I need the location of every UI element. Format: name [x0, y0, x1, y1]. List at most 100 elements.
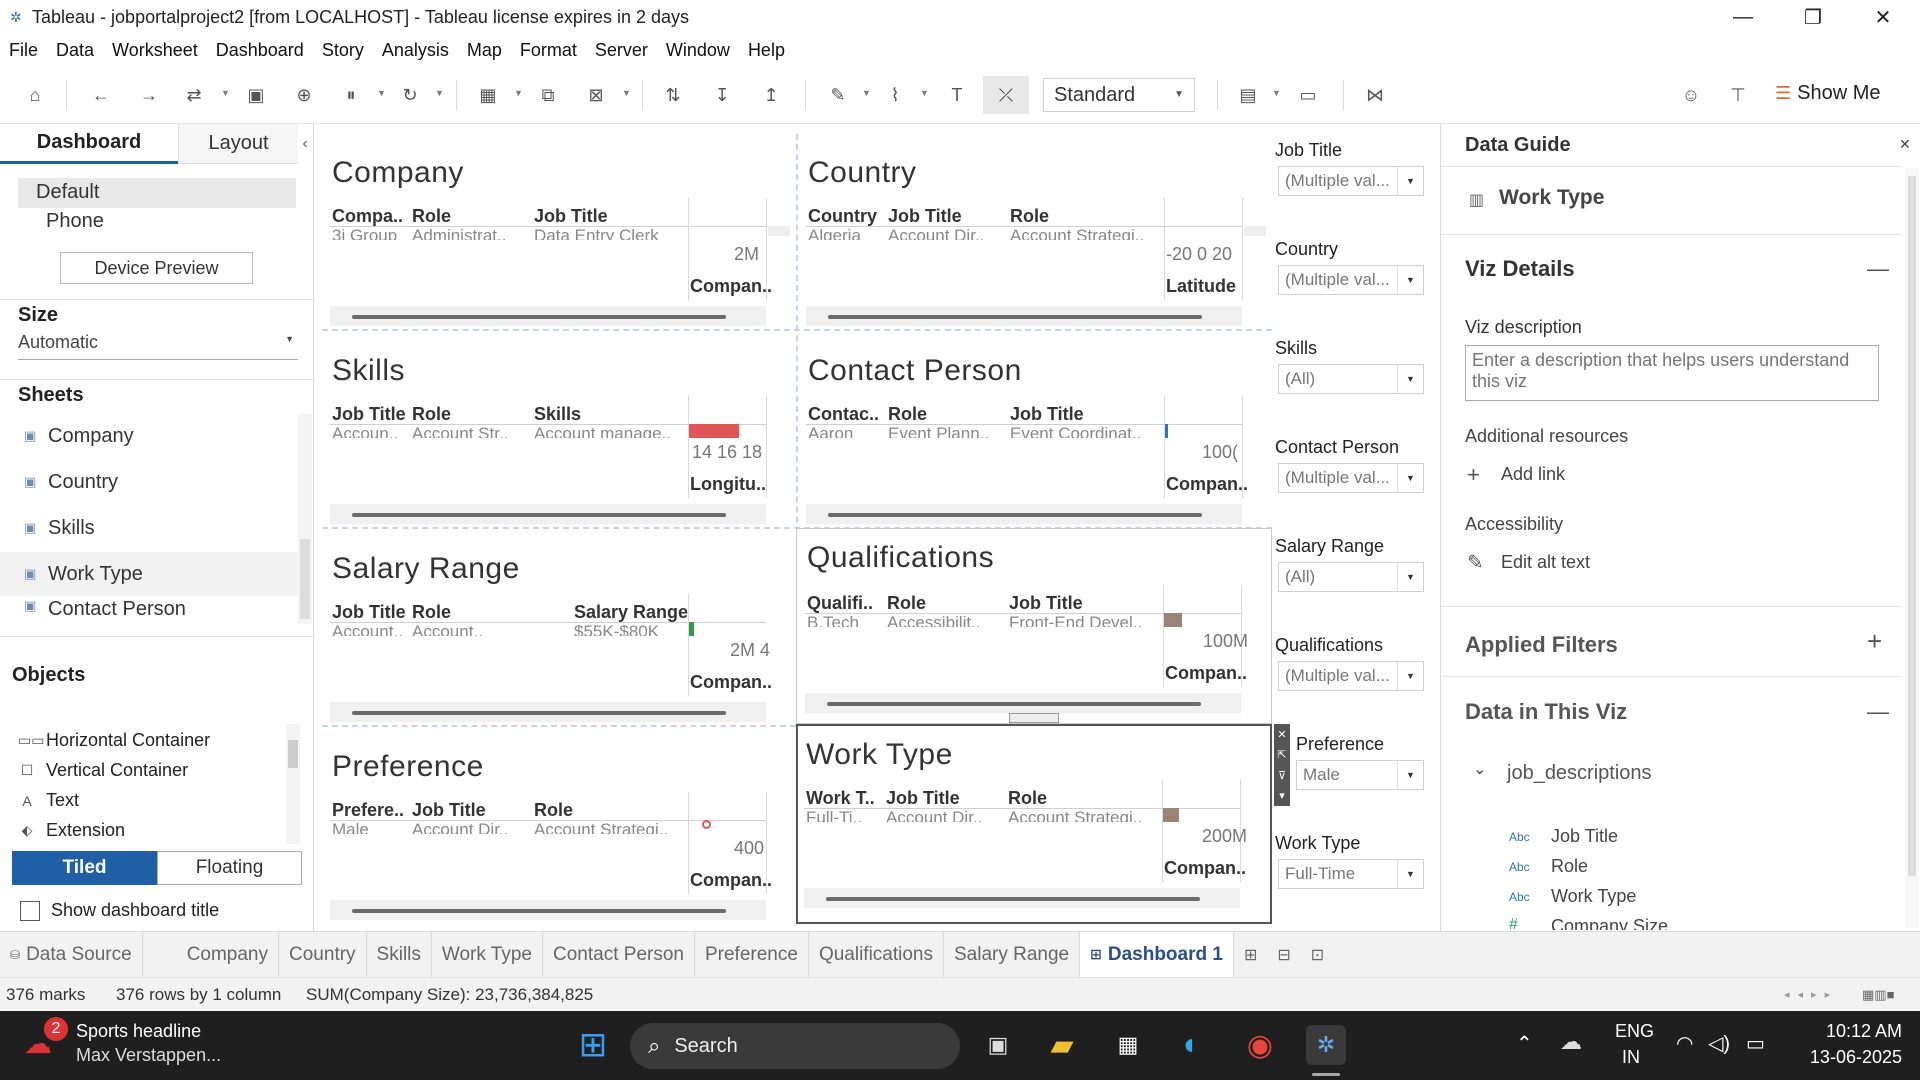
pause-updates-icon[interactable]: ⏸ — [338, 82, 364, 108]
pause-dropdown-icon[interactable]: ▼ — [377, 88, 386, 98]
scrollbar-thumb[interactable] — [1908, 176, 1916, 876]
tile-skills[interactable]: Skills Job Title Role Skills Accoun.. Ac… — [324, 336, 778, 526]
language-primary[interactable]: ENG — [1615, 1021, 1654, 1042]
horizontal-scrollbar[interactable] — [806, 504, 1242, 524]
ask-data-icon[interactable]: ☺ — [1678, 82, 1704, 108]
tab-salary-range[interactable]: Salary Range — [944, 931, 1081, 978]
sheet-item-work-type[interactable]: ▣ Work Type — [0, 552, 298, 596]
use-as-filter-icon[interactable]: ⊽ — [1278, 769, 1286, 782]
swap-rows-columns-icon[interactable]: ⇅ — [660, 82, 686, 108]
tiled-button[interactable]: Tiled — [12, 851, 157, 885]
collapse-icon[interactable]: — — [1867, 256, 1889, 282]
minimize-button[interactable]: — — [1708, 0, 1778, 34]
device-default[interactable]: Default — [18, 178, 296, 208]
sheet-item-country[interactable]: ▣ Country — [0, 460, 298, 504]
refresh-icon[interactable]: ↻ — [397, 82, 423, 108]
scroll-arrow[interactable] — [1244, 226, 1266, 236]
view-grid-icon[interactable]: ▦▥■ — [1856, 987, 1894, 1003]
bar-mark[interactable] — [689, 622, 694, 636]
horizontal-scrollbar[interactable] — [804, 888, 1240, 908]
filter-qualifications[interactable]: (Multiple val... ▼ — [1278, 661, 1424, 691]
tab-dashboard-1[interactable]: ⊞ Dashboard 1 — [1080, 931, 1234, 978]
volume-icon[interactable]: ◁) — [1708, 1031, 1730, 1056]
filter-contact-person[interactable]: (Multiple val... ▼ — [1278, 463, 1424, 493]
resize-handle[interactable] — [1009, 713, 1059, 723]
menu-help[interactable]: Help — [739, 40, 794, 61]
sort-descending-icon[interactable]: ↥ — [758, 82, 784, 108]
redo-icon[interactable]: → — [136, 82, 162, 108]
fix-axes-icon[interactable]: ⤫ — [983, 76, 1029, 114]
tile-contact-person[interactable]: Contact Person Contac.. Role Job Title A… — [800, 336, 1270, 526]
tab-data-source[interactable]: ⛁ Data Source — [0, 931, 143, 978]
clear-sheet-icon[interactable]: ⊠ — [583, 82, 609, 108]
scrollbar-thumb[interactable] — [300, 539, 310, 619]
circle-mark[interactable] — [702, 820, 711, 829]
share-icon[interactable]: ⋈ — [1362, 82, 1388, 108]
new-datasource-icon[interactable]: ⊕ — [291, 82, 317, 108]
menu-map[interactable]: Map — [458, 40, 511, 61]
tab-country[interactable]: Country — [279, 931, 367, 978]
object-horizontal-container[interactable]: ▭▭ Horizontal Container — [18, 730, 210, 751]
tab-dashboard[interactable]: Dashboard — [0, 124, 178, 164]
menu-worksheet[interactable]: Worksheet — [103, 40, 207, 61]
store-icon[interactable]: ▦ — [1108, 1025, 1148, 1065]
clear-dropdown-icon[interactable]: ▼ — [622, 88, 631, 98]
plus-icon[interactable]: + — [1467, 462, 1480, 488]
save-icon[interactable]: ▣ — [243, 82, 269, 108]
format-painter-icon[interactable]: ⊤ — [1725, 82, 1751, 108]
chrome-icon[interactable]: ◉ — [1240, 1025, 1280, 1065]
tab-contact-person[interactable]: Contact Person — [543, 931, 695, 978]
new-worksheet-icon[interactable]: ⊞ — [1234, 932, 1267, 978]
new-worksheet-icon[interactable]: ▦ — [475, 82, 501, 108]
undo-icon[interactable]: ← — [88, 82, 114, 108]
cards-dropdown-icon[interactable]: ▼ — [1272, 88, 1281, 98]
task-view-icon[interactable]: ▣ — [978, 1025, 1018, 1065]
filter-salary-range[interactable]: (All) ▼ — [1278, 562, 1424, 592]
bar-mark[interactable] — [1163, 808, 1179, 822]
refresh-dropdown-icon[interactable]: ▼ — [435, 88, 444, 98]
group-dropdown-icon[interactable]: ▼ — [920, 88, 929, 98]
collapse-icon[interactable]: — — [1867, 699, 1889, 725]
menu-analysis[interactable]: Analysis — [373, 40, 458, 61]
fit-select[interactable]: Standard ▼ — [1043, 78, 1195, 112]
sheet-item-skills[interactable]: ▣ Skills — [0, 506, 298, 550]
device-phone[interactable]: Phone — [46, 210, 104, 233]
show-me-button[interactable]: ☰ Show Me — [1775, 82, 1881, 105]
horizontal-scrollbar[interactable] — [330, 306, 766, 326]
horizontal-scrollbar[interactable] — [806, 306, 1242, 326]
new-worksheet-dropdown-icon[interactable]: ▼ — [514, 88, 523, 98]
menu-server[interactable]: Server — [586, 40, 657, 61]
clock-time[interactable]: 10:12 AM — [1802, 1021, 1902, 1042]
scrollbar-thumb[interactable] — [827, 702, 1201, 706]
scrollbar-thumb[interactable] — [288, 740, 298, 768]
field-row[interactable]: Abc Role — [1509, 856, 1588, 877]
clock-date[interactable]: 13-06-2025 — [1796, 1047, 1902, 1068]
bar-mark[interactable] — [689, 424, 739, 438]
menu-data[interactable]: Data — [47, 40, 103, 61]
home-icon[interactable]: ⌂ — [22, 82, 48, 108]
sheet-item-company[interactable]: ▣ Company — [0, 414, 298, 458]
expand-icon[interactable]: + — [1867, 626, 1882, 657]
battery-icon[interactable]: ▭ — [1746, 1031, 1765, 1056]
scroll-arrow[interactable] — [768, 226, 790, 236]
scrollbar-thumb[interactable] — [352, 315, 726, 319]
menu-story[interactable]: Story — [313, 40, 373, 61]
scrollbar-thumb[interactable] — [826, 897, 1200, 901]
bar-mark[interactable] — [1164, 613, 1182, 627]
objects-scrollbar[interactable] — [286, 724, 300, 844]
chevron-up-icon[interactable]: ⌃ — [1516, 1031, 1533, 1056]
bar-mark[interactable] — [1165, 424, 1168, 438]
restore-button[interactable]: ❐ — [1778, 0, 1848, 34]
tab-company[interactable]: Company — [143, 931, 280, 978]
close-icon[interactable]: ✕ — [1899, 136, 1911, 153]
tile-country[interactable]: Country Country Job Title Role Algeria A… — [800, 138, 1270, 328]
scrollbar-thumb[interactable] — [828, 513, 1202, 517]
sheet-item-contact-person[interactable]: ▣ Contact Person — [0, 598, 298, 624]
floating-button[interactable]: Floating — [157, 851, 302, 885]
menu-window[interactable]: Window — [657, 40, 739, 61]
tab-layout[interactable]: Layout — [178, 124, 298, 164]
sheet-nav-icons[interactable]: ◂◂▸▸ — [1778, 988, 1838, 1001]
tile-preference[interactable]: Preference Prefere.. Job Title Role Male… — [324, 732, 778, 922]
taskbar-search[interactable]: ⌕ Search — [630, 1023, 960, 1069]
wifi-icon[interactable]: ◠ — [1676, 1031, 1693, 1056]
